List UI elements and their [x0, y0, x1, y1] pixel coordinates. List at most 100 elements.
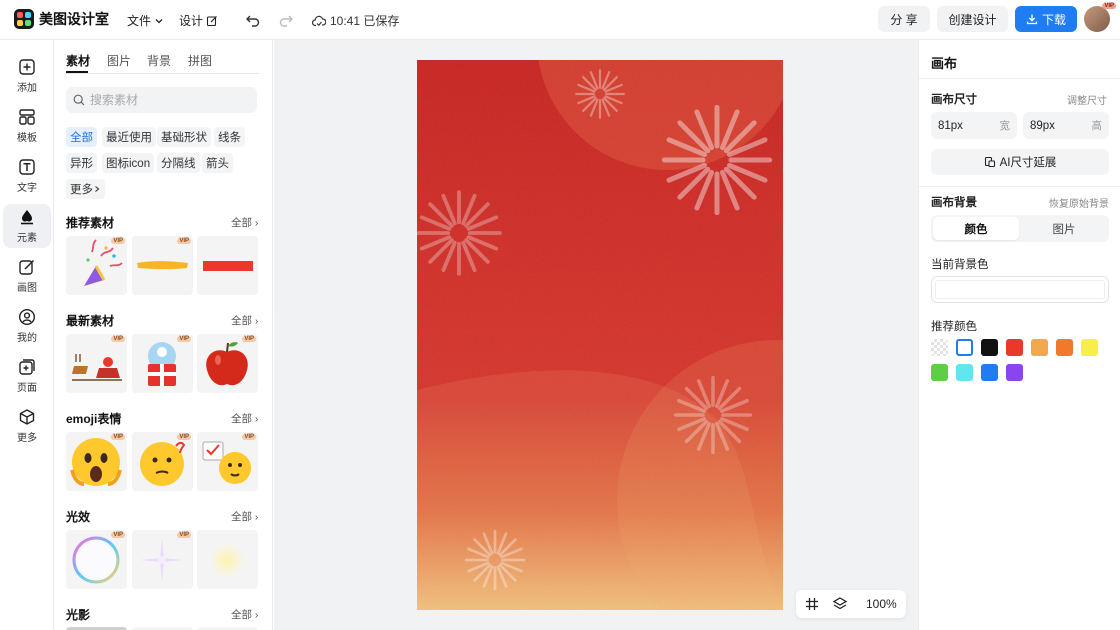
- asset-red-bar[interactable]: [197, 236, 258, 295]
- chip-irregular[interactable]: 异形: [66, 153, 97, 173]
- zoom-level[interactable]: 100%: [866, 597, 897, 611]
- section-all-label: 全部: [231, 217, 252, 229]
- nav-mine[interactable]: 我的: [3, 304, 51, 348]
- design-canvas[interactable]: [417, 60, 783, 610]
- section-all-light-effects[interactable]: 全部 ›: [231, 509, 258, 524]
- seg-image[interactable]: 图片: [1021, 217, 1107, 240]
- asset-yellow-brush[interactable]: VIP: [132, 236, 193, 295]
- section-all-light-shadow[interactable]: 全部 ›: [231, 607, 258, 622]
- color-swatch[interactable]: [1081, 339, 1098, 356]
- share-button[interactable]: 分 享: [878, 6, 930, 32]
- vip-badge: VIP: [177, 434, 191, 440]
- section-all-latest[interactable]: 全部 ›: [231, 313, 258, 328]
- chip-dividers[interactable]: 分隔线: [157, 153, 200, 173]
- nav-mine-label: 我的: [17, 333, 37, 344]
- template-icon: [19, 109, 35, 125]
- nav-add[interactable]: 添加: [3, 54, 51, 98]
- recommend-colors-label: 推荐颜色: [931, 321, 977, 333]
- asset-emoji-thinking[interactable]: VIP: [132, 432, 193, 491]
- search-box[interactable]: [66, 87, 257, 113]
- grid-icon[interactable]: [804, 596, 820, 612]
- asset-sparkle[interactable]: VIP: [132, 530, 193, 589]
- color-swatch[interactable]: [981, 364, 998, 381]
- color-swatch[interactable]: [1031, 339, 1048, 356]
- divider: [919, 78, 1120, 79]
- height-field[interactable]: 89px 高: [1023, 112, 1109, 139]
- asset-snow-globe-gift[interactable]: VIP: [132, 334, 193, 393]
- undo-icon[interactable]: [244, 11, 262, 29]
- nav-more[interactable]: 更多: [3, 404, 51, 448]
- height-value: 89px: [1030, 119, 1055, 132]
- chip-all[interactable]: 全部: [66, 127, 97, 147]
- color-swatch[interactable]: [931, 364, 948, 381]
- seg-color[interactable]: 颜色: [933, 217, 1019, 240]
- canvas-artwork: [417, 60, 783, 610]
- download-label: 下载: [1041, 12, 1066, 27]
- save-status-text: 10:41 已保存: [330, 14, 400, 28]
- section-all-emoji[interactable]: 全部 ›: [231, 411, 258, 426]
- width-value: 81px: [938, 119, 963, 132]
- color-swatch[interactable]: [981, 339, 998, 356]
- section-title-light-shadow: 光影: [66, 608, 91, 622]
- canvas-bg-label: 画布背景: [931, 197, 977, 209]
- adjust-size-link[interactable]: 调整尺寸: [1067, 92, 1107, 107]
- chip-lines[interactable]: 线条: [214, 127, 245, 147]
- color-swatch[interactable]: [1006, 364, 1023, 381]
- redo-icon[interactable]: [277, 11, 295, 29]
- layers-icon[interactable]: [832, 596, 848, 612]
- design-menu-label: 设计: [179, 14, 204, 28]
- edit-icon: [206, 15, 217, 26]
- color-swatch[interactable]: [956, 339, 973, 356]
- search-input[interactable]: [90, 93, 240, 107]
- nav-elements[interactable]: 元素: [3, 204, 51, 248]
- asset-glow[interactable]: [197, 530, 258, 589]
- tab-materials[interactable]: 素材: [66, 52, 90, 69]
- plus-square-icon: [19, 59, 35, 75]
- asset-emoji-shocked[interactable]: VIP: [66, 432, 127, 491]
- color-swatch[interactable]: [956, 364, 973, 381]
- tab-images[interactable]: 图片: [107, 52, 131, 69]
- nav-template[interactable]: 模板: [3, 104, 51, 148]
- vip-badge: VIP: [242, 336, 256, 342]
- ai-extend-label: AI尺寸延展: [999, 157, 1057, 169]
- vip-badge: VIP: [111, 434, 125, 440]
- nav-text[interactable]: 文字: [3, 154, 51, 198]
- color-swatch[interactable]: [1006, 339, 1023, 356]
- nav-pages[interactable]: 页面: [3, 354, 51, 398]
- section-all-recommended[interactable]: 全部 ›: [231, 215, 258, 230]
- chevron-right-icon: [95, 186, 100, 192]
- ai-resize-icon: [984, 156, 995, 168]
- nav-pages-label: 页面: [17, 383, 37, 394]
- asset-bubble[interactable]: VIP: [66, 530, 127, 589]
- width-unit: 宽: [999, 120, 1011, 132]
- chip-arrows[interactable]: 箭头: [202, 153, 233, 173]
- app-logo[interactable]: 美图设计室: [14, 9, 109, 29]
- tab-collage[interactable]: 拼图: [188, 52, 212, 69]
- create-design-button[interactable]: 创建设计: [937, 6, 1008, 32]
- vip-badge: VIP: [177, 238, 191, 244]
- avatar[interactable]: VIP: [1084, 3, 1116, 32]
- vip-badge: VIP: [111, 238, 125, 244]
- chip-recent[interactable]: 最近使用: [102, 127, 156, 147]
- download-button[interactable]: 下载: [1015, 6, 1077, 32]
- file-menu-label: 文件: [127, 14, 152, 28]
- chip-more[interactable]: 更多: [66, 179, 105, 199]
- asset-emoji-checklist[interactable]: VIP: [197, 432, 258, 491]
- vip-badge: VIP: [177, 336, 191, 342]
- ai-extend-button[interactable]: AI尺寸延展: [931, 149, 1109, 175]
- tab-backgrounds[interactable]: 背景: [147, 52, 171, 69]
- chip-icons[interactable]: 图标icon: [102, 153, 155, 173]
- current-bg-color-field[interactable]: [931, 276, 1109, 303]
- left-nav: 添加 模板 文字 元素 画图 我的 页面 更多: [0, 40, 54, 630]
- chip-basic-shapes[interactable]: 基础形状: [157, 127, 211, 147]
- nav-draw[interactable]: 画图: [3, 254, 51, 298]
- width-field[interactable]: 81px 宽: [931, 112, 1017, 139]
- color-swatch[interactable]: [931, 339, 948, 356]
- asset-party-popper[interactable]: VIP: [66, 236, 127, 295]
- restore-bg-link[interactable]: 恢复原始背景: [1049, 195, 1109, 210]
- file-menu[interactable]: 文件: [127, 12, 164, 29]
- color-swatch[interactable]: [1056, 339, 1073, 356]
- asset-red-apple[interactable]: VIP: [197, 334, 258, 393]
- design-menu[interactable]: 设计: [179, 12, 218, 29]
- asset-reindeer-sleigh[interactable]: VIP: [66, 334, 127, 393]
